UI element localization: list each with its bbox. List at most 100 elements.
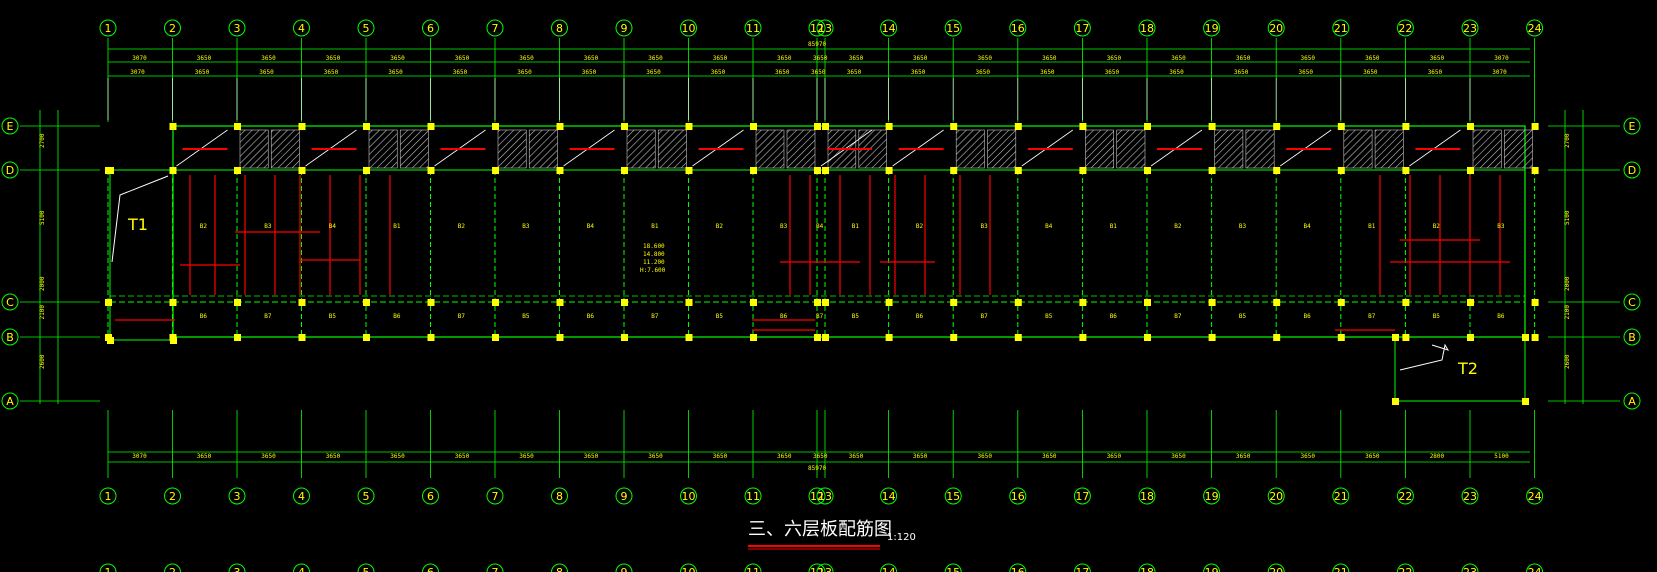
svg-text:1: 1 bbox=[105, 22, 112, 35]
column-18-C bbox=[1144, 299, 1151, 306]
dim-side_right-4: 2600 bbox=[1564, 354, 1571, 369]
column-6-D bbox=[427, 167, 435, 174]
svg-text:3: 3 bbox=[234, 566, 241, 572]
svg-text:22: 22 bbox=[1398, 566, 1412, 572]
axis-bubble-col-19: 19 bbox=[1203, 19, 1221, 37]
svg-text:19: 19 bbox=[1205, 22, 1219, 35]
column-14-C bbox=[885, 299, 893, 306]
svg-text:8: 8 bbox=[556, 490, 563, 503]
dim-top-sub-20: 3650 bbox=[1299, 69, 1314, 76]
hatch-panel bbox=[1504, 129, 1533, 169]
svg-text:14: 14 bbox=[882, 490, 896, 503]
axis-bubble-col-15: 15 bbox=[944, 563, 962, 572]
axis-bubble-col-17: 17 bbox=[1073, 487, 1091, 505]
dim-top-sub-1: 3070 bbox=[130, 69, 145, 76]
column-11-B bbox=[750, 334, 757, 341]
svg-text:24: 24 bbox=[1528, 566, 1542, 572]
dim-bottom-12: 3650 bbox=[813, 453, 828, 460]
axis-bubble-col-1: 1 bbox=[99, 487, 117, 505]
slab-mark: B7 bbox=[1174, 313, 1182, 320]
axis-bubble-col-6: 6 bbox=[422, 487, 439, 505]
axis-bubble-col-21: 21 bbox=[1332, 19, 1350, 37]
svg-text:16: 16 bbox=[1011, 566, 1025, 572]
axis-bubble-col-10: 10 bbox=[680, 19, 697, 37]
dim-top-9: 3650 bbox=[648, 55, 663, 62]
dim-top-sub-7: 3650 bbox=[517, 69, 532, 76]
svg-text:10: 10 bbox=[682, 490, 696, 503]
slab-mark: B3 bbox=[1239, 223, 1247, 230]
slab-mark: B6 bbox=[1304, 313, 1312, 320]
hatch-panel bbox=[1116, 129, 1146, 169]
svg-text:18: 18 bbox=[1140, 22, 1154, 35]
dim-bottom-1: 3070 bbox=[132, 453, 147, 460]
svg-text:21: 21 bbox=[1334, 490, 1348, 503]
svg-text:B: B bbox=[6, 331, 14, 344]
dim-top-sub-18: 3650 bbox=[1169, 69, 1184, 76]
dim-bottom-16: 3650 bbox=[1042, 453, 1057, 460]
axis-bubble-col-13: 13 bbox=[816, 563, 834, 572]
axis-bubble-col-4: 4 bbox=[293, 563, 310, 572]
dim-top-sub-9: 3650 bbox=[646, 69, 661, 76]
axis-bubble-row-C: C bbox=[1623, 293, 1641, 311]
dim-top-13: 3650 bbox=[849, 55, 864, 62]
axis-bubble-col-16: 16 bbox=[1009, 563, 1027, 572]
column-23-D bbox=[1467, 167, 1474, 174]
drawing-title: 三、六层板配筋图 bbox=[748, 519, 892, 540]
hatch-panel bbox=[399, 129, 429, 169]
svg-text:6: 6 bbox=[427, 566, 434, 572]
axis-bubble-col-1: 1 bbox=[99, 563, 117, 572]
svg-text:16: 16 bbox=[1011, 490, 1025, 503]
slab-mark: B7 bbox=[981, 313, 989, 320]
axis-bubble-col-20: 20 bbox=[1267, 487, 1285, 505]
svg-text:C: C bbox=[6, 296, 14, 309]
axis-bubble-col-10: 10 bbox=[680, 563, 697, 572]
slab-mark: B5 bbox=[1239, 313, 1247, 320]
slab-mark: B2 bbox=[1433, 223, 1441, 230]
svg-text:8: 8 bbox=[556, 566, 563, 572]
column-extra bbox=[1392, 334, 1399, 341]
dim-top-sub-4: 3650 bbox=[324, 69, 339, 76]
axis-bubble-col-22: 22 bbox=[1396, 487, 1414, 505]
slab-labels: B2 B6 B3 B7 B4 B5 B1 B6 B2 B7 B3 B5 B4 B6 B1 B7 B2 B5 B3 B6… bbox=[200, 223, 1505, 320]
axis-bubble-col-4: 4 bbox=[293, 19, 310, 37]
column-24-E bbox=[1531, 123, 1539, 130]
slab-mark: B7 bbox=[816, 313, 824, 320]
axis-bubble-col-24: 24 bbox=[1526, 19, 1544, 37]
column-10-B bbox=[685, 334, 693, 341]
column-5-D bbox=[363, 167, 370, 174]
column-20-D bbox=[1273, 167, 1281, 174]
axis-bubble-col-9: 9 bbox=[615, 19, 633, 37]
column-17-D bbox=[1079, 167, 1087, 174]
dim-top-sub-21: 3650 bbox=[1363, 69, 1378, 76]
svg-text:2: 2 bbox=[169, 22, 176, 35]
svg-text:15: 15 bbox=[946, 490, 960, 503]
svg-text:17: 17 bbox=[1075, 22, 1089, 35]
slab-mark: B2 bbox=[458, 223, 466, 230]
axis-bubble-col-6: 6 bbox=[422, 563, 439, 572]
svg-text:7: 7 bbox=[492, 22, 499, 35]
axis-bubble-row-A: A bbox=[1623, 392, 1641, 410]
column-19-C bbox=[1208, 299, 1216, 306]
column-1-C bbox=[105, 299, 112, 306]
dim-top-6: 3650 bbox=[455, 55, 470, 62]
column-23-E bbox=[1467, 123, 1474, 130]
slab-mark: B4 bbox=[587, 223, 595, 230]
axis-bubble-col-5: 5 bbox=[357, 563, 375, 572]
column-3-D bbox=[234, 167, 241, 174]
dim-top-sub-23: 3070 bbox=[1492, 69, 1507, 76]
dim-top-16: 3650 bbox=[1042, 55, 1057, 62]
column-15-B bbox=[950, 334, 958, 341]
svg-text:10: 10 bbox=[682, 566, 696, 572]
column-6-E bbox=[427, 123, 435, 130]
dim-top-sub-10: 3650 bbox=[711, 69, 726, 76]
dim-top-sub-5: 3650 bbox=[388, 69, 403, 76]
svg-text:9: 9 bbox=[621, 566, 628, 572]
axis-bubble-col-4: 4 bbox=[293, 487, 310, 505]
dim-bottom-9: 3650 bbox=[648, 453, 663, 460]
svg-text:11: 11 bbox=[746, 566, 760, 572]
axis-bubble-col-19: 19 bbox=[1203, 563, 1221, 572]
slab-mark: B2 bbox=[716, 223, 724, 230]
svg-text:11: 11 bbox=[746, 490, 760, 503]
svg-text:4: 4 bbox=[298, 566, 305, 572]
axis-bubble-row-B: B bbox=[1, 328, 19, 346]
